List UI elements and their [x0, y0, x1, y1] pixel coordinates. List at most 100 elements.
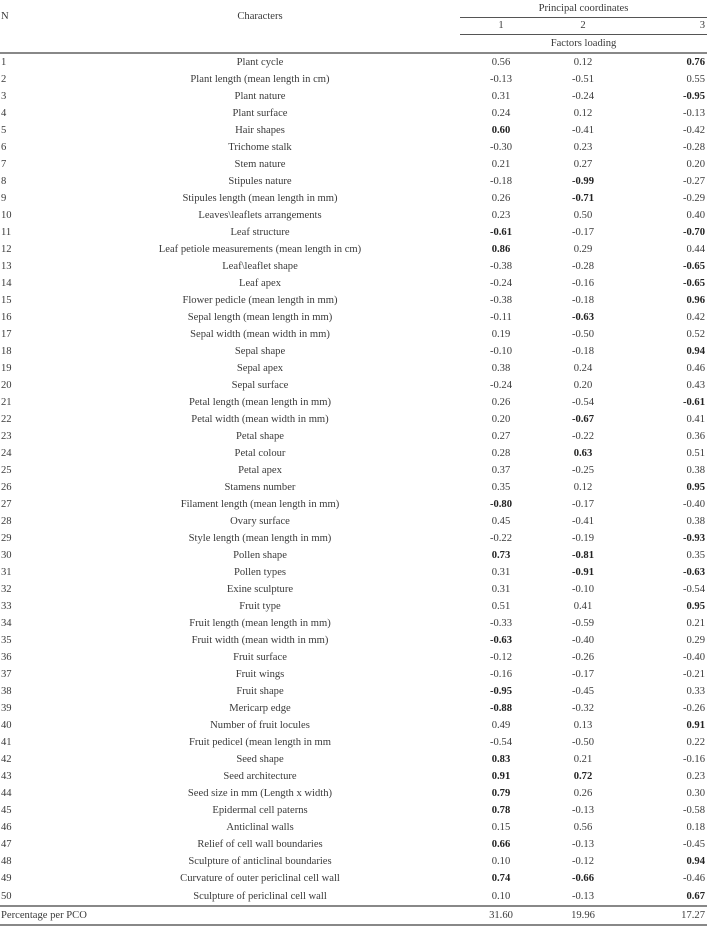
character-name: Stipules nature: [228, 176, 292, 187]
character-name: Ovary surface: [230, 516, 290, 527]
loading-pc1: 0.37: [491, 465, 511, 476]
row-number: 28: [1, 516, 12, 527]
loading-pc3: 0.91: [686, 720, 706, 731]
character-name: Stem nature: [234, 159, 286, 170]
table-row: 32 Exine sculpture 0.31 -0.10 -0.54: [0, 581, 707, 598]
character-name: Relief of cell wall boundaries: [197, 839, 323, 850]
loading-pc3: 0.18: [686, 822, 706, 833]
loading-pc2: -0.54: [571, 397, 595, 408]
loading-pc1: -0.24: [489, 380, 513, 391]
loading-pc2: -0.91: [571, 567, 595, 578]
row-number: 26: [1, 482, 12, 493]
table-row: 41 Fruit pedicel (mean length in mm -0.54 -…: [0, 734, 707, 751]
table-row: 48 Sculpture of anticlinal boundaries 0.10…: [0, 853, 707, 870]
loading-pc1: 0.31: [491, 584, 511, 595]
table-row: 1 Plant cycle 0.56 0.12 0.76: [0, 53, 707, 71]
character-name: Plant cycle: [236, 57, 284, 68]
character-name: Plant surface: [232, 108, 288, 119]
character-name: Sepal shape: [234, 346, 286, 357]
row-number: 50: [1, 890, 12, 902]
loading-pc3: 0.46: [686, 363, 706, 374]
loading-pc3: -0.40: [682, 499, 706, 510]
loading-pc2: -0.25: [571, 465, 595, 476]
loading-pc2: 0.13: [573, 720, 593, 731]
loading-pc1: 0.79: [491, 788, 511, 799]
table-row: 8 Stipules nature -0.18 -0.99 -0.27: [0, 173, 707, 190]
character-name: Style length (mean length in mm): [188, 533, 332, 544]
table-row: 18 Sepal shape -0.10 -0.18 0.94: [0, 343, 707, 360]
table-row: 34 Fruit length (mean length in mm) -0.33 -…: [0, 615, 707, 632]
row-number: 19: [1, 363, 12, 374]
table-row: 40 Number of fruit locules 0.49 0.13 0.91: [0, 717, 707, 734]
row-number: 48: [1, 856, 12, 867]
character-name: Leaves\leaflets arrangements: [198, 210, 322, 221]
subheader-factors-loading: Factors loading: [460, 34, 707, 54]
loading-pc2: -0.67: [571, 414, 595, 425]
row-number: 5: [1, 125, 7, 136]
loading-pc1: -0.12: [489, 652, 513, 663]
loading-pc3: -0.54: [682, 584, 706, 595]
loading-pc2: -0.12: [571, 856, 595, 867]
loading-pc1: 0.21: [491, 159, 511, 170]
loading-pc1: 0.15: [491, 822, 511, 833]
loading-pc3: 0.95: [686, 482, 706, 493]
character-name: Mericarp edge: [229, 703, 291, 714]
loading-pc1: 0.26: [491, 193, 511, 204]
character-name: Anticlinal walls: [226, 822, 294, 833]
loading-pc1: 0.49: [491, 720, 511, 731]
character-name: Epidermal cell paterns: [212, 805, 308, 816]
loading-pc2: -0.19: [571, 533, 595, 544]
loading-pc2: 0.27: [573, 159, 593, 170]
character-name: Trichome stalk: [228, 142, 292, 153]
row-number: 42: [1, 754, 12, 765]
character-name: Fruit shape: [236, 686, 284, 697]
character-name: Leaf structure: [230, 227, 290, 238]
row-number: 10: [1, 210, 12, 221]
character-name: Fruit wings: [235, 669, 285, 680]
loading-pc2: 0.12: [573, 57, 593, 68]
table-row: 31 Pollen types 0.31 -0.91 -0.63: [0, 564, 707, 581]
character-name: Petal shape: [236, 431, 284, 442]
loading-pc2: -0.13: [571, 890, 595, 902]
loading-pc3: -0.70: [682, 227, 706, 238]
loading-pc3: 0.23: [686, 771, 706, 782]
loading-pc2: 0.23: [573, 142, 593, 153]
loading-pc3: 0.30: [686, 788, 706, 799]
loading-pc2: -0.50: [571, 737, 595, 748]
row-number: 13: [1, 261, 12, 272]
loading-pc1: -0.95: [489, 686, 513, 697]
table-body: 1 Plant cycle 0.56 0.12 0.76 2 Plant length (m…: [0, 53, 707, 906]
loading-pc2: -0.17: [571, 227, 595, 238]
loading-pc3: 0.33: [686, 686, 706, 697]
header-spacer: [60, 34, 460, 54]
loading-pc3: -0.63: [682, 567, 706, 578]
loading-pc1: -0.88: [489, 703, 513, 714]
row-number: 23: [1, 431, 12, 442]
loading-pc1: 0.10: [491, 890, 511, 902]
loading-pc2: 0.56: [573, 822, 593, 833]
row-number: 7: [1, 159, 7, 170]
character-name: Petal apex: [238, 465, 282, 476]
loading-pc1: 0.10: [491, 856, 511, 867]
loading-pc3: 0.76: [686, 57, 706, 68]
character-name: Seed architecture: [223, 771, 297, 782]
table-row: 33 Fruit type 0.51 0.41 0.95: [0, 598, 707, 615]
loading-pc3: -0.61: [682, 397, 706, 408]
row-number: 21: [1, 397, 12, 408]
table-row: 2 Plant length (mean length in cm) -0.13 -0…: [0, 71, 707, 88]
row-number: 35: [1, 635, 12, 646]
loading-pc1: 0.91: [491, 771, 511, 782]
loading-pc3: 0.94: [686, 346, 706, 357]
loading-pc1: -0.38: [489, 295, 513, 306]
loading-pc3: 0.42: [686, 312, 706, 323]
row-number: 27: [1, 499, 12, 510]
loading-pc3: -0.21: [682, 669, 706, 680]
loading-pc2: -0.26: [571, 652, 595, 663]
character-name: Stamens number: [224, 482, 296, 493]
loading-pc3: -0.65: [682, 261, 706, 272]
character-name: Sculpture of periclinal cell wall: [193, 890, 327, 902]
loading-pc3: 0.55: [686, 74, 706, 85]
loading-pc3: 0.96: [686, 295, 706, 306]
column-header-pc3: 3: [624, 17, 707, 35]
column-header-n: N: [1, 11, 9, 23]
